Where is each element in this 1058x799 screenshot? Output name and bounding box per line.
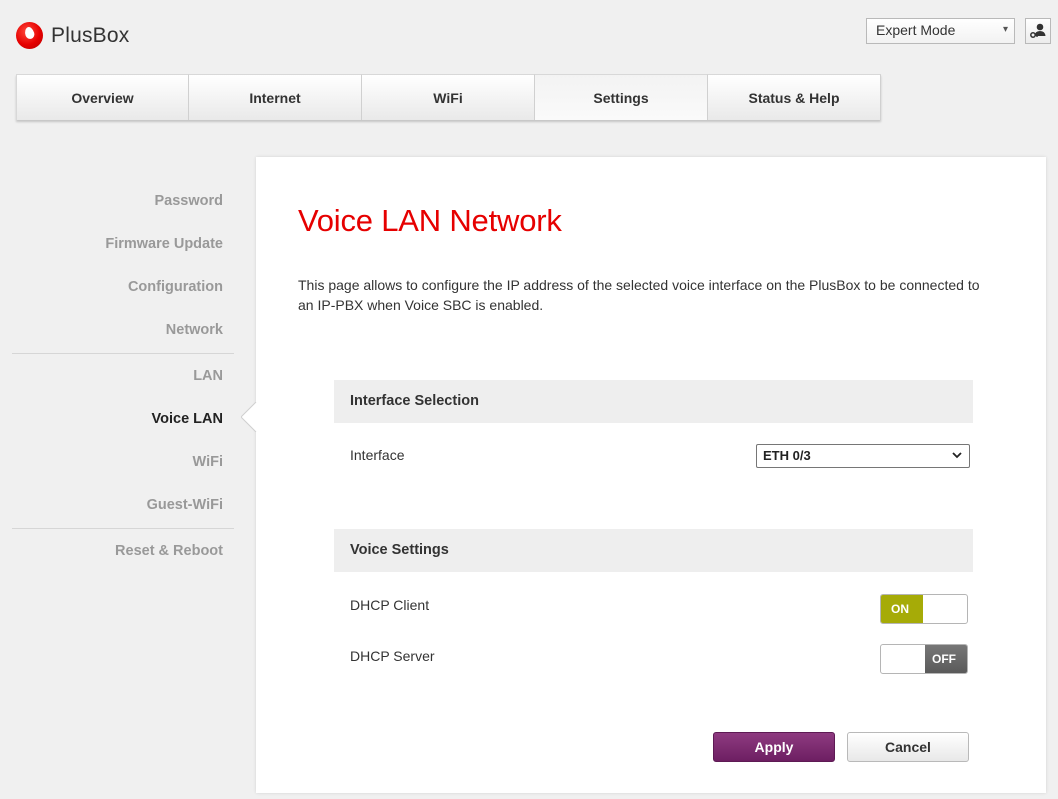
active-item-pointer [241,402,271,432]
apply-button[interactable]: Apply [713,732,835,762]
sidebar-item-configuration[interactable]: Configuration [12,266,234,309]
toggle-off-state: OFF [925,645,967,673]
sidebar-item-firmware-update[interactable]: Firmware Update [12,223,234,266]
tab-overview[interactable]: Overview [16,74,189,120]
dhcp-client-label: DHCP Client [350,597,430,613]
mode-select[interactable]: Expert Mode ▾ [866,18,1015,44]
vodafone-logo-icon [16,22,43,49]
sidebar-item-lan[interactable]: LAN [12,355,234,398]
chevron-down-icon [952,452,962,459]
page-title: Voice LAN Network [298,203,562,238]
sidebar-item-network[interactable]: Network [12,309,234,352]
brand-name: PlusBox [51,23,130,47]
section-heading-interface: Interface Selection [334,380,973,423]
tab-settings[interactable]: Settings [535,74,708,120]
sidebar-divider [12,528,234,529]
dhcp-server-label: DHCP Server [350,648,435,664]
main-nav: Overview Internet WiFi Settings Status &… [16,74,881,120]
cancel-button[interactable]: Cancel [847,732,969,762]
brand-logo[interactable]: PlusBox [16,22,129,49]
user-settings-button[interactable] [1025,18,1051,44]
tab-wifi[interactable]: WiFi [362,74,535,120]
sidebar-item-guest-wifi[interactable]: Guest-WiFi [12,484,234,527]
user-key-icon [1030,23,1046,38]
interface-label: Interface [350,447,405,463]
sidebar-divider [12,353,234,354]
settings-sidebar: Password Firmware Update Configuration N… [12,180,234,573]
sidebar-item-wifi[interactable]: WiFi [12,441,234,484]
dhcp-client-toggle[interactable]: ON [880,594,968,624]
dhcp-server-toggle[interactable]: OFF [880,644,968,674]
sidebar-item-reset-reboot[interactable]: Reset & Reboot [12,530,234,573]
interface-select-value: ETH 0/3 [763,448,811,463]
tab-internet[interactable]: Internet [189,74,362,120]
mode-select-value: Expert Mode [876,22,956,38]
section-heading-voice: Voice Settings [334,529,973,572]
sidebar-item-password[interactable]: Password [12,180,234,223]
sidebar-item-voice-lan[interactable]: Voice LAN [12,398,234,441]
tab-status-help[interactable]: Status & Help [708,74,881,120]
page-description: This page allows to configure the IP add… [298,277,980,313]
interface-select[interactable]: ETH 0/3 [756,444,970,468]
content-panel: Voice LAN Network This page allows to co… [256,157,1046,793]
toggle-on-state: ON [881,595,923,623]
chevron-down-icon: ▾ [1002,24,1008,35]
